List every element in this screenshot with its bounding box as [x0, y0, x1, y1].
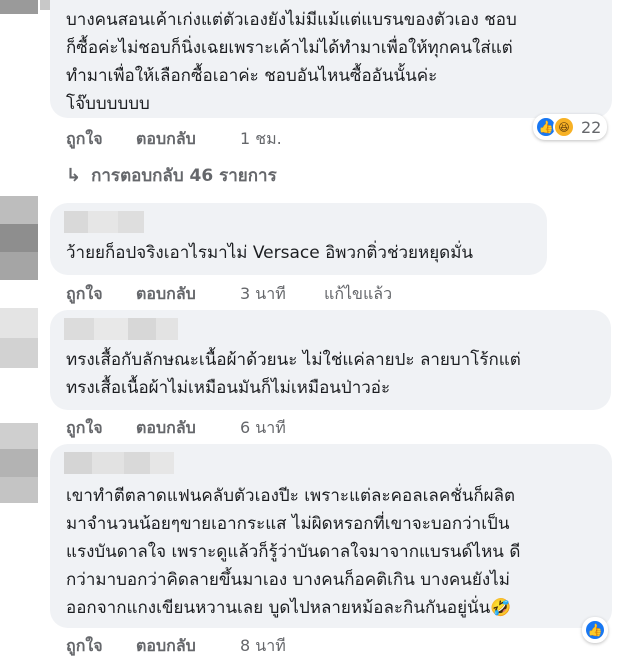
reaction-summary[interactable]: 👍: [582, 617, 608, 643]
reaction-count: 22: [581, 117, 602, 137]
comment-bubble: ทรงเสื้อกับลักษณะเนื้อผ้าด้วยนะ ไม่ใช่แค…: [50, 310, 611, 410]
reply-button[interactable]: ตอบกลับ: [136, 416, 240, 441]
reply-arrow-icon: ↳: [66, 165, 82, 186]
comment-text: บางคนสอนเค้าเก่งแต่ตัวเองยังไม่มีแม้แต่แ…: [66, 10, 517, 114]
timestamp[interactable]: 6 นาที: [240, 416, 286, 441]
comment-actions: ถูกใจ ตอบกลับ 3 นาที แก้ไขแล้ว: [66, 282, 392, 307]
timestamp[interactable]: 8 นาที: [240, 634, 286, 659]
comment-bubble: เขาทำตีตลาดแฟนคลับตัวเองปีะ เพราะแต่ละคอ…: [50, 444, 612, 628]
author-name[interactable]: [64, 211, 144, 233]
avatar: [40, 0, 50, 10]
like-reaction-icon: 👍: [584, 619, 606, 641]
comment-text: เขาทำตีตลาดแฟนคลับตัวเองปีะ เพราะแต่ละคอ…: [66, 486, 521, 618]
comment-bubble: ว้ายยก็อปจริงเอาไรมาไม่ Versace อิพวกติ่…: [50, 203, 547, 275]
author-name[interactable]: [64, 452, 174, 474]
author-name[interactable]: [64, 318, 178, 340]
comment-actions: ถูกใจ ตอบกลับ 8 นาที: [66, 634, 286, 659]
timestamp[interactable]: 1 ชม.: [240, 127, 282, 152]
avatar[interactable]: [0, 423, 38, 503]
view-replies-link[interactable]: ↳ การตอบกลับ 46 รายการ: [66, 162, 277, 189]
like-button[interactable]: ถูกใจ: [66, 127, 136, 152]
comment-actions: ถูกใจ ตอบกลับ 6 นาที: [66, 416, 286, 441]
timestamp[interactable]: 3 นาที: [240, 282, 324, 307]
like-button[interactable]: ถูกใจ: [66, 282, 136, 307]
comment-bubble: บางคนสอนเค้าเก่งแต่ตัวเองยังไม่มีแม้แต่แ…: [50, 0, 612, 118]
comment-text: ทรงเสื้อกับลักษณะเนื้อผ้าด้วยนะ ไม่ใช่แค…: [66, 350, 521, 398]
avatar[interactable]: [0, 196, 38, 280]
haha-reaction-icon: 😆: [553, 116, 575, 138]
avatar[interactable]: [0, 0, 38, 14]
reply-button[interactable]: ตอบกลับ: [136, 634, 240, 659]
edited-label: แก้ไขแล้ว: [324, 284, 393, 303]
comment-text: ว้ายยก็อปจริงเอาไรมาไม่ Versace อิพวกติ่…: [66, 243, 474, 263]
comment-actions: ถูกใจ ตอบกลับ 1 ชม.: [66, 127, 282, 152]
avatar[interactable]: [0, 308, 38, 368]
reaction-summary[interactable]: 👍 😆 22: [533, 114, 608, 140]
reply-button[interactable]: ตอบกลับ: [136, 282, 240, 307]
like-button[interactable]: ถูกใจ: [66, 416, 136, 441]
replies-label: การตอบกลับ 46 รายการ: [91, 166, 277, 186]
like-button[interactable]: ถูกใจ: [66, 634, 136, 659]
reply-button[interactable]: ตอบกลับ: [136, 127, 240, 152]
